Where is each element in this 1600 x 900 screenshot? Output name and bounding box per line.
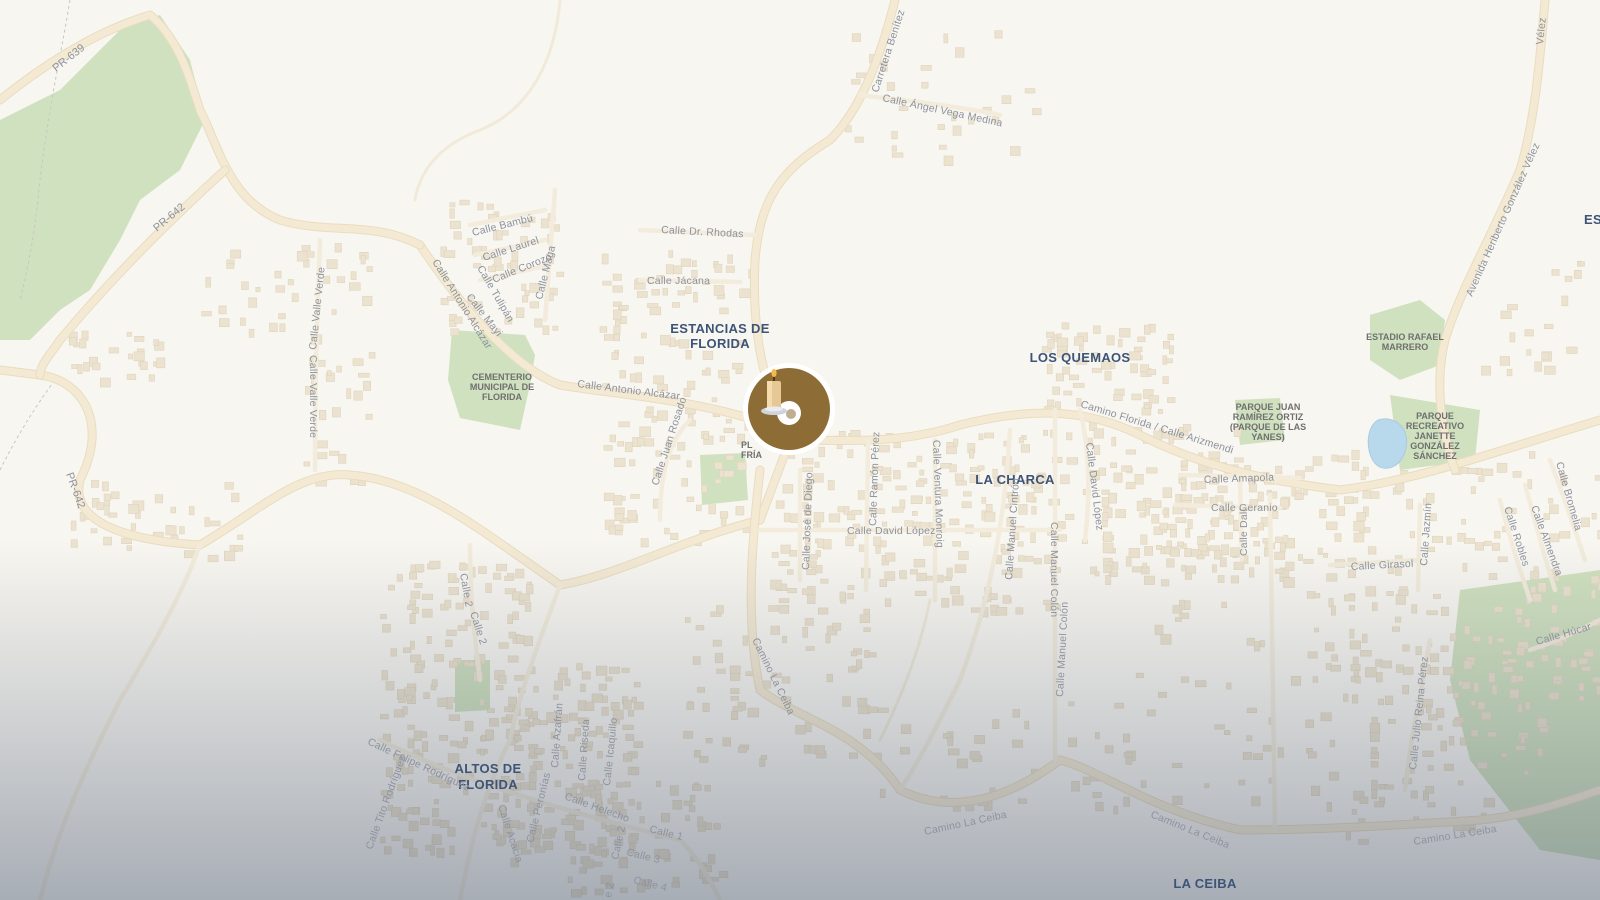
road-label-dali: Calle Dalí (1238, 508, 1250, 556)
poi-estadio: ESTADIO RAFAEL (1366, 332, 1444, 342)
road-label-david-lopez-h: Calle David López (847, 525, 936, 537)
place-label-es-partial: ES (1584, 212, 1600, 227)
poi-cementerio: CEMENTERIO (472, 372, 532, 382)
poi-parque-juan: PARQUE JUAN (1236, 402, 1301, 412)
poi-parque-juan-2: RAMÍREZ ORTIZ (1233, 412, 1304, 422)
road-label-jacana: Calle Jácana (647, 275, 710, 287)
poi-parque-recreativo-3: JANETTE (1414, 431, 1455, 441)
road-label-valle-verde-2: Calle Valle Verde (307, 355, 319, 438)
place-label-estancias: ESTANCIAS DE (670, 321, 769, 336)
candle-icon (743, 363, 835, 455)
poi-parque-juan-3: (PARQUE DE LAS (1230, 422, 1306, 432)
poi-cementerio-2: MUNICIPAL DE (470, 382, 534, 392)
place-label-los-quemaos: LOS QUEMAOS (1030, 350, 1131, 365)
poi-cementerio-3: FLORIDA (482, 392, 522, 402)
location-marker[interactable] (741, 361, 837, 457)
place-label-la-ceiba: LA CEIBA (1173, 876, 1237, 891)
poi-parque-recreativo-2: RECREATIVO (1406, 421, 1464, 431)
road-label-amapola: Calle Amapola (1204, 472, 1275, 486)
poi-parque-recreativo: PARQUE (1416, 411, 1454, 421)
place-label-estancias-2: FLORIDA (690, 336, 750, 351)
poi-parque-recreativo-4: GONZÁLEZ (1410, 441, 1460, 451)
poi-parque-juan-4: YANES) (1251, 432, 1284, 442)
poi-estadio-2: MARRERO (1382, 342, 1429, 352)
poi-parque-recreativo-5: SÁNCHEZ (1413, 451, 1457, 461)
place-label-altos: ALTOS DE (455, 761, 522, 776)
